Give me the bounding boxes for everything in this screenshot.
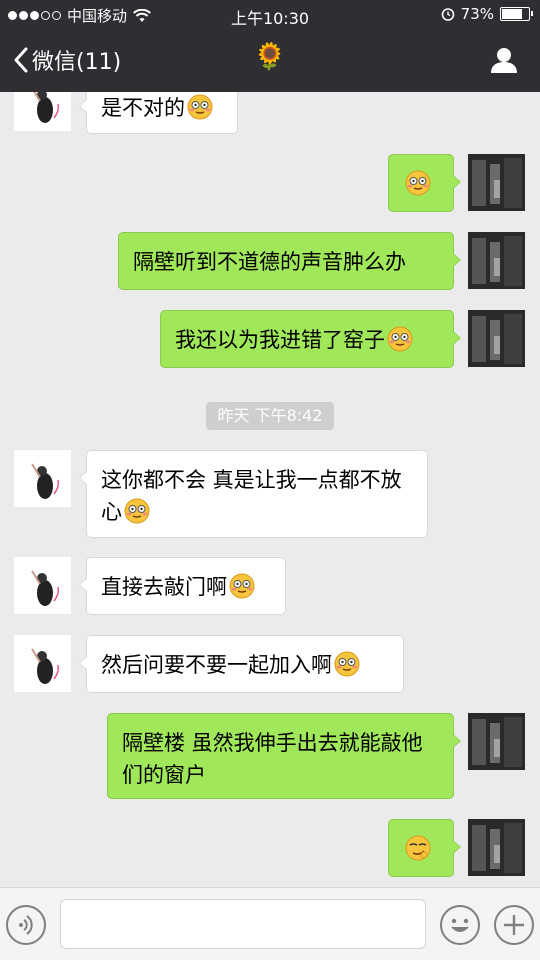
nav-bar: 微信(11) 🌻 [0, 30, 540, 92]
emoji-face-icon [451, 918, 469, 932]
flushed-face-icon [187, 94, 213, 120]
plus-icon [504, 915, 524, 935]
outgoing-message-bubble[interactable] [388, 154, 461, 212]
message-text: 我还以为我进错了窑子 [175, 328, 385, 352]
outgoing-message-bubble[interactable]: 我还以为我进错了窑子 [160, 310, 461, 368]
contact-avatar[interactable] [14, 557, 71, 614]
flushed-face-icon [405, 170, 431, 196]
chat-title-sunflower-icon: 🌻 [253, 42, 287, 72]
status-bar: 中国移动 上午10:30 73% [0, 0, 540, 30]
outgoing-message-bubble[interactable]: 隔壁听到不道德的声音肿么办 [118, 232, 461, 290]
my-avatar[interactable] [468, 310, 525, 367]
contact-avatar[interactable] [14, 92, 71, 131]
person-icon [491, 48, 517, 73]
flushed-face-icon [229, 573, 255, 599]
contact-avatar[interactable] [14, 635, 71, 692]
smirk-face-icon [405, 835, 431, 861]
message-text: 是不对的 [101, 96, 185, 120]
message-text: 然后问要不要一起加入啊 [101, 653, 332, 677]
my-avatar[interactable] [468, 232, 525, 289]
message-text: 隔壁听到不道德的声音肿么办 [133, 250, 406, 274]
chat-message-list[interactable]: 是不对的 隔壁听到不道德的声音肿么办 我还以为我进错了窑子 昨天 下午8:42 … [0, 92, 540, 887]
profile-button[interactable] [490, 46, 518, 78]
message-input[interactable] [60, 899, 426, 949]
emoji-button[interactable] [440, 905, 480, 945]
more-button[interactable] [494, 905, 534, 945]
outgoing-message-bubble[interactable] [388, 819, 461, 877]
flushed-face-icon [124, 498, 150, 524]
battery-percent: 73% [460, 5, 494, 23]
battery-icon [500, 7, 533, 21]
message-text: 直接去敲门啊 [101, 575, 227, 599]
my-avatar[interactable] [468, 154, 525, 211]
alarm-icon [441, 8, 454, 21]
my-avatar[interactable] [468, 713, 525, 770]
incoming-message-bubble[interactable]: 这你都不会 真是让我一点都不放心 [79, 450, 428, 538]
incoming-message-bubble[interactable]: 是不对的 [79, 92, 238, 134]
contact-avatar[interactable] [14, 450, 71, 507]
input-bar [0, 887, 540, 960]
my-avatar[interactable] [468, 819, 525, 876]
voice-button[interactable] [6, 905, 46, 945]
battery-area: 73% [441, 5, 533, 23]
flushed-face-icon [387, 326, 413, 352]
outgoing-message-bubble[interactable]: 隔壁楼 虽然我伸手出去就能敲他们的窗户 [107, 713, 461, 799]
timestamp-label: 昨天 下午8:42 [206, 402, 334, 430]
flushed-face-icon [334, 651, 360, 677]
message-text: 隔壁楼 虽然我伸手出去就能敲他们的窗户 [122, 731, 423, 787]
incoming-message-bubble[interactable]: 然后问要不要一起加入啊 [79, 635, 404, 693]
incoming-message-bubble[interactable]: 直接去敲门啊 [79, 557, 286, 615]
voice-icon [19, 915, 33, 935]
